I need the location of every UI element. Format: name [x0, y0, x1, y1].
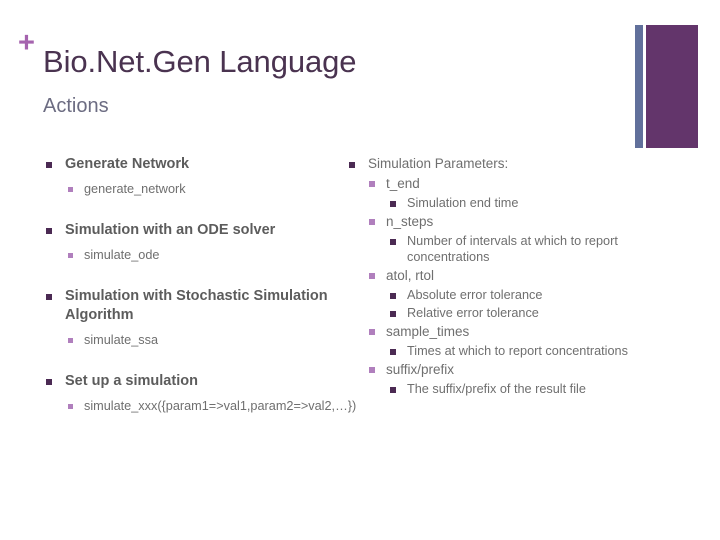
list-item: t_end — [349, 175, 649, 193]
list-item: Simulation end time — [349, 195, 649, 211]
list-item: Generate Network — [46, 155, 336, 175]
list-item: atol, rtol — [349, 267, 649, 285]
bullet-square-icon — [390, 387, 396, 393]
list-item: Absolute error tolerance — [349, 287, 649, 303]
list-item-label: Simulation with an ODE solver — [65, 222, 276, 238]
list-item-label: Simulation Parameters: — [368, 156, 509, 171]
decorative-bar-purple — [646, 25, 698, 148]
bullet-square-icon — [68, 338, 73, 343]
list-item: Times at which to report concentrations — [349, 343, 649, 359]
list-item: generate_network — [46, 181, 336, 198]
slide: + Bio.Net.Gen Language Actions Generate … — [0, 0, 720, 540]
list-item: suffix/prefix — [349, 361, 649, 379]
bullet-square-icon — [390, 311, 396, 317]
decorative-bar-blue — [635, 25, 643, 148]
left-bullet-list: Generate Network generate_network Simulati… — [46, 155, 357, 415]
list-item-label: Relative error tolerance — [407, 306, 539, 320]
list-item-label: t_end — [386, 176, 420, 191]
bullet-square-icon — [369, 181, 375, 187]
list-item: Simulation Parameters: — [349, 155, 649, 173]
list-item-label: suffix/prefix — [386, 362, 455, 377]
bullet-square-icon — [390, 201, 396, 207]
bullet-square-icon — [46, 294, 52, 300]
list-item-label: simulate_xxx({param1=>val1,param2=>val2,… — [84, 399, 357, 413]
list-item-label: atol, rtol — [386, 268, 435, 283]
bullet-square-icon — [369, 329, 375, 335]
list-item: The suffix/prefix of the result file — [349, 381, 649, 397]
list-item-label: Generate Network — [65, 156, 190, 172]
bullet-square-icon — [68, 253, 73, 258]
bullet-square-icon — [369, 273, 375, 279]
bullet-square-icon — [369, 219, 375, 225]
page-title: Bio.Net.Gen Language — [43, 44, 357, 79]
list-item: Set up a simulation — [46, 372, 336, 392]
bullet-square-icon — [68, 404, 73, 409]
list-item: Relative error tolerance — [349, 305, 649, 321]
bullet-square-icon — [68, 187, 73, 192]
list-item: simulate_xxx({param1=>val1,param2=>val2,… — [46, 398, 357, 415]
list-item: Simulation with Stochastic Simulation Al… — [46, 287, 336, 326]
list-item-label: sample_times — [386, 324, 470, 339]
bullet-square-icon — [390, 349, 396, 355]
list-item-label: Number of intervals at which to report c… — [407, 234, 618, 264]
bullet-square-icon — [390, 293, 396, 299]
list-item: simulate_ode — [46, 247, 336, 264]
list-item-label: Set up a simulation — [65, 373, 198, 389]
list-item-label: simulate_ode — [84, 248, 160, 262]
list-item-label: generate_network — [84, 182, 186, 196]
bullet-square-icon — [369, 367, 375, 373]
right-bullet-list: Simulation Parameters: t_end Simulation en… — [349, 155, 649, 397]
list-item: sample_times — [349, 323, 649, 341]
list-item-label: simulate_ssa — [84, 333, 159, 347]
list-item-label: Simulation with Stochastic Simulation Al… — [65, 288, 328, 323]
list-item-label: Absolute error tolerance — [407, 288, 543, 302]
left-content-column: Generate Network generate_network Simulati… — [46, 155, 357, 415]
list-item: n_steps — [349, 213, 649, 231]
list-item: Simulation with an ODE solver — [46, 221, 336, 241]
list-item: simulate_ssa — [46, 332, 336, 349]
bullet-square-icon — [390, 239, 396, 245]
bullet-square-icon — [46, 228, 52, 234]
list-item-label: Simulation end time — [407, 196, 519, 210]
bullet-square-icon — [46, 162, 52, 168]
plus-icon: + — [18, 27, 35, 59]
right-content-column: Simulation Parameters: t_end Simulation en… — [349, 155, 649, 397]
list-item-label: n_steps — [386, 214, 434, 229]
list-item: Number of intervals at which to report c… — [349, 233, 649, 265]
page-subtitle: Actions — [43, 95, 109, 117]
list-item-label: Times at which to report concentrations — [407, 344, 628, 358]
bullet-square-icon — [349, 162, 355, 168]
bullet-square-icon — [46, 379, 52, 385]
list-item-label: The suffix/prefix of the result file — [407, 382, 586, 396]
